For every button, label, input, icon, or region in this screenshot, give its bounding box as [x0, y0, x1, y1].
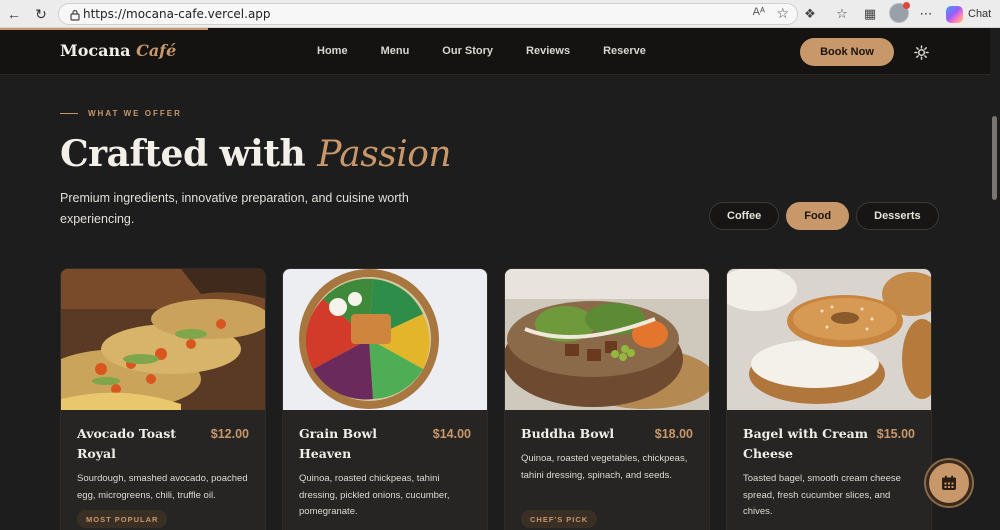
menu-grid: Avocado Toast Royal $12.00 Sourdough, sm… [60, 268, 932, 530]
nav-our-story[interactable]: Our Story [442, 45, 493, 57]
dish-name: Bagel with Cream Cheese [743, 426, 868, 461]
status-badge: MOST POPULAR [77, 510, 168, 528]
collections-icon[interactable]: ▦ [860, 4, 880, 24]
logo-main: Mocana [60, 41, 131, 60]
dish-description: Toasted bagel, smooth cream cheese sprea… [743, 473, 901, 517]
logo-accent: Café [136, 41, 177, 60]
nav-home[interactable]: Home [317, 45, 348, 57]
dish-description: Quinoa, roasted chickpeas, tahini dressi… [299, 473, 450, 517]
dish-price: $15.00 [876, 427, 915, 441]
site-header: Mocana Café Home Menu Our Story Reviews … [0, 28, 990, 75]
chat-label: Chat [968, 8, 992, 20]
headline-accent: Passion [317, 134, 452, 175]
favorites-icon[interactable]: ☆ [832, 4, 852, 24]
dish-price: $14.00 [432, 427, 471, 441]
main-nav: Home Menu Our Story Reviews Reserve [317, 45, 679, 57]
browser-toolbar: ← ↻ https://mocana-cafe.vercel.app Aᴬ ☆ … [0, 0, 1000, 28]
address-bar[interactable]: https://mocana-cafe.vercel.app Aᴬ ☆ [58, 3, 798, 25]
filter-food[interactable]: Food [786, 202, 850, 230]
headline-main: Crafted with [60, 133, 306, 175]
cafe-site: Mocana Café Home Menu Our Story Reviews … [0, 28, 1000, 530]
nav-reserve[interactable]: Reserve [603, 45, 646, 57]
more-menu-icon[interactable]: ⋯ [916, 4, 936, 24]
scroll-progress-bar [0, 28, 208, 30]
filter-coffee[interactable]: Coffee [709, 202, 780, 230]
copilot-chat-button[interactable]: Chat [946, 4, 991, 24]
category-filters: Coffee Food Desserts [709, 202, 939, 230]
nav-reviews[interactable]: Reviews [526, 45, 570, 57]
eyebrow-line [60, 113, 78, 114]
read-aloud-icon[interactable]: Aᴬ [753, 6, 765, 18]
dish-price: $18.00 [654, 427, 693, 441]
url-text[interactable]: https://mocana-cafe.vercel.app [83, 7, 271, 21]
site-logo[interactable]: Mocana Café [60, 41, 176, 60]
section-subtitle: Premium ingredients, innovative preparat… [60, 191, 409, 226]
menu-card[interactable]: Avocado Toast Royal $12.00 Sourdough, sm… [60, 268, 266, 530]
dish-name: Avocado Toast Royal [77, 426, 177, 461]
dish-price: $12.00 [210, 427, 249, 441]
dish-description: Quinoa, roasted vegetables, chickpeas, t… [521, 453, 688, 481]
theme-toggle-icon[interactable] [912, 43, 930, 61]
buddha-bowl-photo [505, 269, 709, 410]
menu-card[interactable]: Grain Bowl Heaven $14.00 Quinoa, roasted… [282, 268, 488, 530]
menu-card[interactable]: Bagel with Cream Cheese $15.00 Toasted b… [726, 268, 932, 530]
section-eyebrow: WHAT WE OFFER [60, 109, 182, 118]
favorite-star-icon[interactable]: ☆ [776, 5, 789, 22]
refresh-icon[interactable]: ↻ [31, 4, 51, 24]
grain-bowl-photo [283, 269, 487, 410]
lock-icon[interactable] [67, 7, 83, 23]
filter-desserts[interactable]: Desserts [856, 202, 939, 230]
avocado-toast-photo [61, 269, 265, 410]
scrollbar-thumb[interactable] [992, 116, 997, 200]
dish-description: Sourdough, smashed avocado, poached egg,… [77, 473, 248, 501]
dish-name: Buddha Bowl [521, 426, 615, 441]
reservation-calendar-button[interactable] [926, 460, 972, 506]
section-title: Crafted with Passion [60, 133, 452, 175]
profile-avatar[interactable] [889, 2, 910, 23]
status-badge: CHEF'S PICK [521, 510, 598, 528]
book-now-button[interactable]: Book Now [800, 38, 894, 66]
back-icon[interactable]: ← [4, 4, 24, 24]
dish-name: Grain Bowl Heaven [299, 426, 377, 461]
bagel-photo [727, 269, 931, 410]
calendar-icon [942, 475, 956, 490]
eyebrow-text: WHAT WE OFFER [88, 109, 182, 118]
nav-menu[interactable]: Menu [381, 45, 410, 57]
copilot-icon [946, 5, 963, 23]
menu-card[interactable]: Buddha Bowl $18.00 Quinoa, roasted veget… [504, 268, 710, 530]
extensions-icon[interactable]: ❖ [800, 4, 820, 24]
